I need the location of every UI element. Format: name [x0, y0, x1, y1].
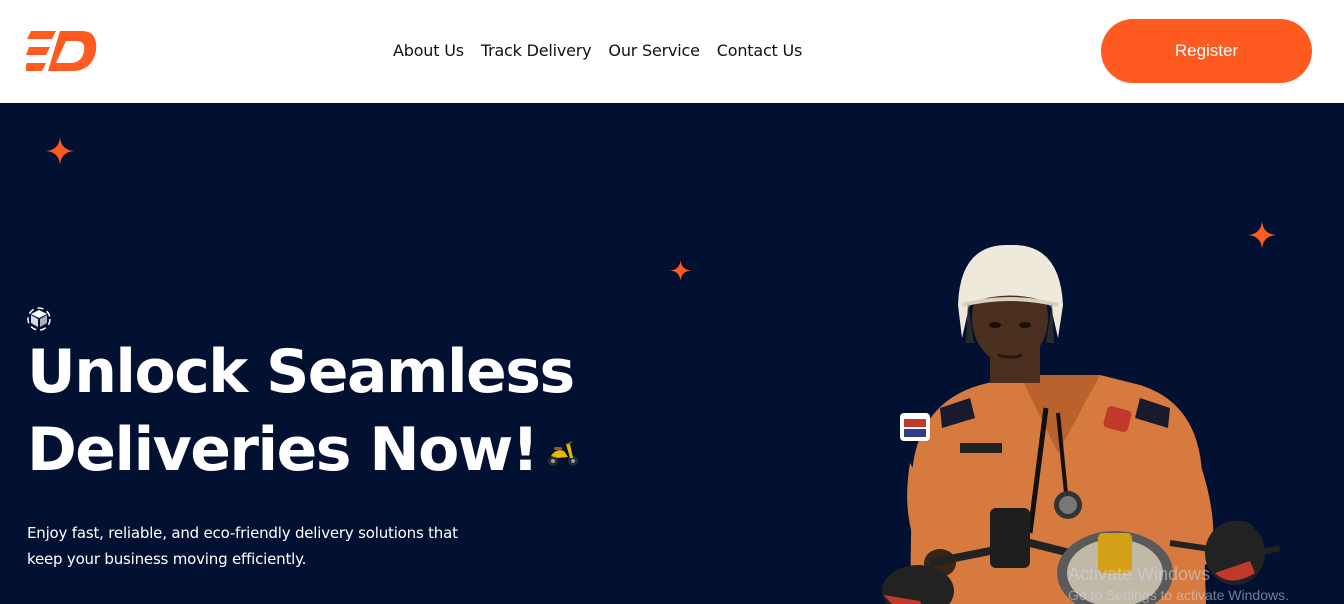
watermark-subtitle: Go to Settings to activate Windows.	[1068, 587, 1289, 603]
brand-logo-icon[interactable]	[26, 29, 98, 74]
windows-activation-watermark: Activate Windows Go to Settings to activ…	[1068, 564, 1289, 603]
hero-section: Unlock Seamless Deliveries Now! Enjoy fa…	[0, 103, 1344, 604]
nav-our-service[interactable]: Our Service	[608, 41, 700, 60]
package-cycle-icon	[27, 307, 51, 331]
sparkle-icon	[46, 137, 74, 165]
delivery-rider-image	[882, 244, 1281, 604]
hero-headline-text: Unlock Seamless Deliveries Now!	[27, 337, 575, 485]
hero-subtext: Enjoy fast, reliable, and eco-friendly d…	[27, 524, 458, 568]
watermark-title: Activate Windows	[1068, 564, 1211, 584]
hero-headline: Unlock Seamless Deliveries Now!	[27, 333, 827, 489]
nav-track-delivery[interactable]: Track Delivery	[481, 41, 592, 60]
scooter-icon	[547, 441, 578, 467]
sparkle-icon	[670, 260, 691, 281]
register-button[interactable]: Register	[1101, 19, 1312, 83]
site-header: About Us Track Delivery Our Service Cont…	[0, 0, 1344, 103]
main-nav: About Us Track Delivery Our Service Cont…	[393, 41, 819, 60]
nav-about-us[interactable]: About Us	[393, 41, 464, 60]
nav-contact-us[interactable]: Contact Us	[717, 41, 803, 60]
